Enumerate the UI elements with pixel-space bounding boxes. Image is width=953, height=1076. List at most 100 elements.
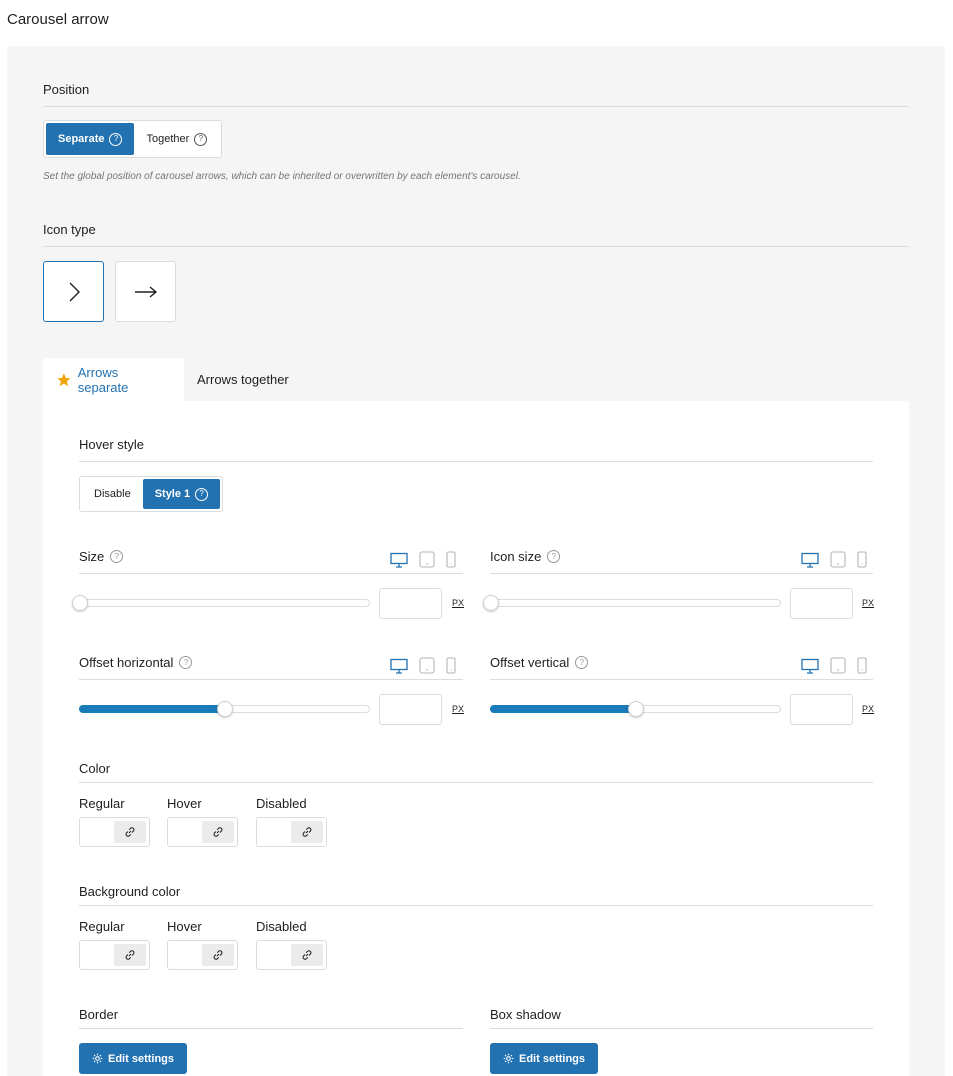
link-icon[interactable]: [291, 821, 323, 843]
tablet-icon[interactable]: [830, 657, 846, 674]
position-separate-button[interactable]: Separate ?: [46, 123, 135, 155]
mobile-icon[interactable]: [446, 657, 456, 674]
background-color-label: Background color: [79, 884, 181, 899]
help-icon[interactable]: ?: [109, 132, 123, 146]
offset-horizontal-input[interactable]: [379, 694, 442, 725]
icon-size-slider[interactable]: [483, 595, 781, 611]
page-title: Carousel arrow: [7, 11, 109, 28]
help-icon[interactable]: ?: [179, 656, 193, 669]
offset-horizontal-label-text: Offset horizontal: [79, 655, 174, 670]
size-label-text: Size: [79, 549, 105, 564]
hover-style-label: Hover style: [79, 437, 145, 452]
desktop-icon[interactable]: [801, 552, 819, 568]
desktop-icon[interactable]: [801, 658, 819, 674]
size-input[interactable]: [379, 588, 442, 619]
gear-icon: [92, 1053, 103, 1064]
divider: [490, 679, 873, 680]
offset-vertical-slider[interactable]: [490, 701, 781, 717]
gear-icon: [503, 1053, 514, 1064]
divider: [79, 782, 873, 783]
color-label: Color: [79, 761, 111, 776]
mobile-icon[interactable]: [857, 657, 867, 674]
color-hover-picker[interactable]: [167, 817, 238, 847]
link-icon[interactable]: [114, 944, 146, 966]
help-icon[interactable]: ?: [195, 487, 209, 501]
color-regular-label: Regular: [79, 796, 125, 811]
device-switcher: [390, 551, 456, 568]
offset-horizontal-slider[interactable]: [79, 701, 370, 717]
size-unit[interactable]: PX: [452, 598, 464, 608]
position-toggle: Separate ? Together ?: [43, 120, 223, 158]
bg-hover-label: Hover: [167, 919, 202, 934]
link-icon[interactable]: [202, 944, 234, 966]
icon-size-label-text: Icon size: [490, 549, 542, 564]
hover-disable-button[interactable]: Disable: [82, 479, 143, 509]
divider: [79, 679, 463, 680]
divider: [79, 461, 873, 462]
offset-vertical-input[interactable]: [790, 694, 853, 725]
size-slider[interactable]: [72, 595, 370, 611]
bg-disabled-label: Disabled: [256, 919, 307, 934]
icon-size-label: Icon size ?: [490, 549, 561, 564]
help-icon[interactable]: ?: [194, 132, 208, 146]
device-switcher: [801, 551, 867, 568]
bg-hover-picker[interactable]: [167, 940, 238, 970]
arrow-right-icon: [134, 285, 157, 298]
slider-thumb[interactable]: [216, 701, 233, 717]
color-disabled-picker[interactable]: [256, 817, 327, 847]
slider-thumb[interactable]: [72, 595, 88, 611]
position-together-button[interactable]: Together ?: [134, 123, 219, 155]
box-shadow-edit-settings-button[interactable]: Edit settings: [490, 1043, 599, 1074]
link-icon[interactable]: [114, 821, 146, 843]
tablet-icon[interactable]: [830, 551, 846, 568]
divider: [43, 106, 909, 107]
offset-horizontal-unit[interactable]: PX: [452, 704, 464, 714]
mobile-icon[interactable]: [446, 551, 456, 568]
divider: [79, 905, 873, 906]
hover-style1-button[interactable]: Style 1 ?: [142, 479, 221, 509]
mobile-icon[interactable]: [857, 551, 867, 568]
divider: [43, 246, 909, 247]
desktop-icon[interactable]: [390, 658, 408, 674]
star-icon: [57, 372, 71, 386]
size-label: Size ?: [79, 549, 124, 564]
tab-label: Arrows together: [197, 372, 289, 387]
icon-type-arrow-option[interactable]: [115, 261, 176, 322]
slider-thumb[interactable]: [627, 701, 644, 717]
icon-size-input[interactable]: [790, 588, 853, 619]
color-hover-label: Hover: [167, 796, 202, 811]
border-edit-settings-button[interactable]: Edit settings: [79, 1043, 188, 1074]
device-switcher: [390, 657, 456, 674]
color-regular-picker[interactable]: [79, 817, 150, 847]
bg-regular-label: Regular: [79, 919, 125, 934]
link-icon[interactable]: [291, 944, 323, 966]
offset-horizontal-label: Offset horizontal ?: [79, 655, 193, 670]
tab-arrows-separate[interactable]: Arrows separate: [43, 358, 184, 401]
bg-disabled-picker[interactable]: [256, 940, 327, 970]
icon-type-chevron-option[interactable]: [43, 261, 104, 322]
help-icon[interactable]: ?: [547, 550, 561, 563]
tablet-icon[interactable]: [419, 551, 435, 568]
offset-vertical-unit[interactable]: PX: [862, 704, 874, 714]
color-disabled-label: Disabled: [256, 796, 307, 811]
divider: [79, 573, 463, 574]
bg-regular-picker[interactable]: [79, 940, 150, 970]
link-icon[interactable]: [202, 821, 234, 843]
help-icon[interactable]: ?: [575, 656, 589, 669]
desktop-icon[interactable]: [390, 552, 408, 568]
border-edit-settings-label: Edit settings: [108, 1052, 175, 1065]
position-separate-label: Separate: [58, 133, 105, 145]
slider-fill: [79, 705, 224, 713]
divider: [490, 1028, 873, 1029]
help-icon[interactable]: ?: [110, 550, 124, 563]
tab-arrows-together[interactable]: Arrows together: [184, 358, 302, 401]
tablet-icon[interactable]: [419, 657, 435, 674]
hover-style1-label: Style 1: [154, 488, 191, 500]
slider-fill: [490, 705, 635, 713]
box-shadow-edit-settings-label: Edit settings: [519, 1052, 586, 1065]
offset-vertical-label: Offset vertical ?: [490, 655, 589, 670]
hover-disable-label: Disable: [94, 488, 131, 500]
icon-size-unit[interactable]: PX: [862, 598, 874, 608]
slider-thumb[interactable]: [483, 595, 499, 611]
device-switcher: [801, 657, 867, 674]
